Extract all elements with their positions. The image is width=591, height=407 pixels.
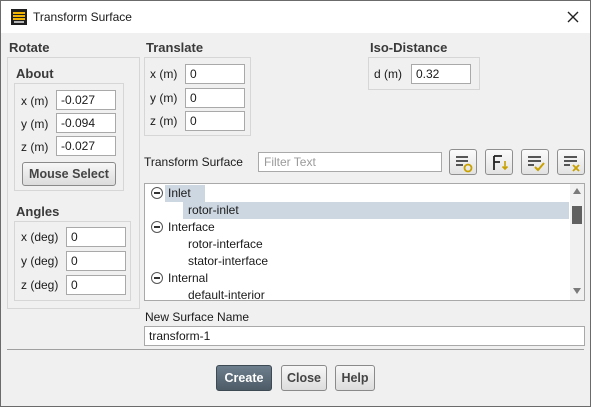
iso-distance-heading: Iso-Distance <box>370 40 448 55</box>
tree-group-internal[interactable]: Internal <box>165 270 208 287</box>
deselect-all-button[interactable] <box>557 149 585 175</box>
iso-distance-d-input[interactable]: 0.32 <box>411 64 471 84</box>
about-y-input[interactable]: -0.094 <box>56 113 116 133</box>
translate-y-label: y (m) <box>150 91 178 105</box>
create-button[interactable]: Create <box>216 365 272 391</box>
scroll-down-icon[interactable] <box>573 288 581 294</box>
translate-y-input[interactable]: 0 <box>185 88 245 108</box>
new-surface-name-label: New Surface Name <box>145 310 250 324</box>
tree-item-rotor-inlet[interactable]: rotor-inlet <box>183 202 569 219</box>
scroll-up-icon[interactable] <box>573 188 581 194</box>
angle-z-label: z (deg) <box>21 278 59 292</box>
angle-x-input[interactable]: 0 <box>66 227 126 247</box>
translate-heading: Translate <box>146 40 204 55</box>
select-all-button[interactable] <box>449 149 477 175</box>
angle-y-label: y (deg) <box>21 254 59 268</box>
list-check-icon <box>528 156 545 172</box>
window-title: Transform Surface <box>33 10 132 24</box>
list-item: rotor-inlet <box>188 203 239 217</box>
about-x-input[interactable]: -0.027 <box>56 90 116 110</box>
list-item: default-interior <box>188 288 265 301</box>
tree-group-label: Internal <box>168 271 209 285</box>
tree-group-interface[interactable]: Interface <box>165 219 215 236</box>
tree-group-inlet[interactable]: Inlet <box>165 185 205 202</box>
collapse-icon[interactable] <box>151 272 163 284</box>
translate-z-label: z (m) <box>150 114 178 128</box>
tree-item-stator-interface[interactable]: stator-interface <box>188 253 268 270</box>
tree-group-label: Interface <box>168 220 215 234</box>
scroll-thumb[interactable] <box>572 206 582 224</box>
angle-x-label: x (deg) <box>21 230 59 244</box>
translate-z-input[interactable]: 0 <box>185 111 245 131</box>
angle-y-input[interactable]: 0 <box>66 251 126 271</box>
tree-scrollbar[interactable] <box>570 184 584 300</box>
about-heading: About <box>16 66 54 81</box>
tree-item-default-interior[interactable]: default-interior <box>188 287 265 301</box>
surface-tree-list[interactable]: Inlet rotor-inlet Interface rotor-interf… <box>144 183 585 301</box>
transform-surface-label: Transform Surface <box>144 155 243 169</box>
mouse-select-button[interactable]: Mouse Select <box>22 162 116 186</box>
about-z-input[interactable]: -0.027 <box>56 136 116 156</box>
ansys-app-icon <box>11 9 27 25</box>
divider <box>7 349 584 350</box>
list-filter-icon <box>456 156 473 173</box>
help-button[interactable]: Help <box>335 365 375 391</box>
translate-x-label: x (m) <box>150 67 178 81</box>
new-surface-name-input[interactable]: transform-1 <box>144 326 585 346</box>
tree-item-rotor-interface[interactable]: rotor-interface <box>188 236 263 253</box>
list-clear-icon <box>564 156 580 172</box>
list-item: rotor-interface <box>188 237 263 251</box>
collapse-icon[interactable] <box>151 187 163 199</box>
collapse-icon[interactable] <box>151 221 163 233</box>
close-button[interactable]: Close <box>281 365 327 391</box>
about-z-label: z (m) <box>21 140 49 154</box>
tree-group-label: Inlet <box>168 186 191 200</box>
angle-z-input[interactable]: 0 <box>66 275 126 295</box>
translate-x-input[interactable]: 0 <box>185 64 245 84</box>
rotate-heading: Rotate <box>9 40 50 55</box>
list-sort-icon <box>493 155 509 171</box>
close-icon[interactable] <box>561 5 585 29</box>
dialog-content: Rotate About x (m) -0.027 y (m) -0.094 z… <box>1 33 590 406</box>
about-x-label: x (m) <box>21 94 49 108</box>
iso-distance-d-label: d (m) <box>374 67 402 81</box>
select-checked-button[interactable] <box>521 149 549 175</box>
filter-text-input[interactable]: Filter Text <box>258 152 442 172</box>
sort-list-button[interactable] <box>485 149 513 175</box>
title-bar: Transform Surface <box>1 1 590 33</box>
transform-surface-dialog: Transform Surface Rotate About x (m) -0.… <box>0 0 591 407</box>
list-item: stator-interface <box>188 254 269 268</box>
about-y-label: y (m) <box>21 117 49 131</box>
angles-heading: Angles <box>16 204 60 219</box>
